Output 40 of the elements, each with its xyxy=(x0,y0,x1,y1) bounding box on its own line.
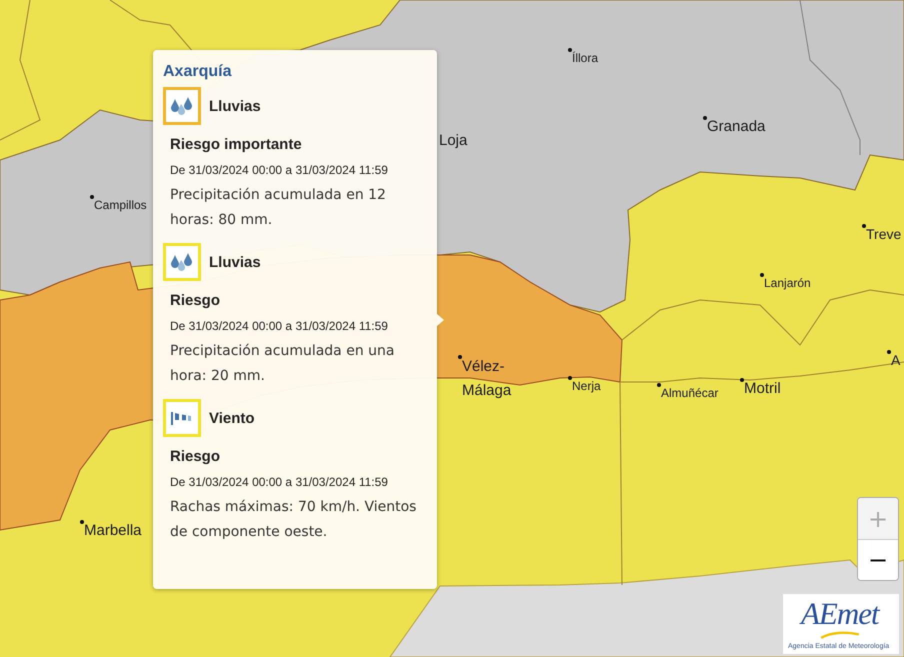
warning-period: De 31/03/2024 00:00 a 31/03/2024 11:59 xyxy=(170,163,388,177)
place-label: Treve xyxy=(866,227,902,242)
place-dot xyxy=(703,116,707,120)
place-dot xyxy=(568,48,572,52)
zoom-out-button[interactable]: − xyxy=(858,539,898,580)
risk-level: Riesgo importante xyxy=(170,136,302,153)
place-label: Granada xyxy=(707,119,766,136)
warning-title: Viento xyxy=(209,410,255,426)
warning-period: De 31/03/2024 00:00 a 31/03/2024 11:59 xyxy=(170,319,388,333)
place-dot xyxy=(887,350,891,354)
place-dot xyxy=(458,355,462,359)
place-dot xyxy=(657,383,661,387)
warning-description: Precipitación acumulada en 12 horas: 80 mm. xyxy=(170,186,387,230)
place-label: Marbella xyxy=(84,523,142,540)
warning-description: Rachas máximas: 70 km/h. Vientos de componente oeste. xyxy=(170,498,418,542)
place-dot xyxy=(862,224,866,228)
place-label: Campillos xyxy=(94,199,147,212)
place-label: Vélez-Málaga xyxy=(462,357,512,401)
raindrops-icon xyxy=(169,95,195,117)
place-label: Íllora xyxy=(572,52,598,66)
place-label: Loja xyxy=(439,133,468,150)
warning-title: Lluvias xyxy=(209,98,261,114)
place-label: A xyxy=(891,353,900,368)
place-dot xyxy=(760,273,764,277)
place-label: Lanjarón xyxy=(764,277,811,290)
place-label: Nerja xyxy=(572,380,601,394)
place-dot xyxy=(740,378,744,382)
area-title: Axarquía xyxy=(163,63,232,81)
risk-level: Riesgo xyxy=(170,292,220,309)
warning-title: Lluvias xyxy=(209,254,261,270)
place-label: Almuñécar xyxy=(661,387,718,400)
raindrops-icon xyxy=(169,251,195,273)
place-dot xyxy=(80,520,84,524)
place-dot xyxy=(568,376,572,380)
warning-period: De 31/03/2024 00:00 a 31/03/2024 11:59 xyxy=(170,475,388,489)
risk-level: Riesgo xyxy=(170,448,220,465)
warning-description: Precipitación acumulada en una hora: 20 mm. xyxy=(170,342,396,386)
place-dot xyxy=(90,195,94,199)
logo-wordmark: AEmet xyxy=(801,597,879,630)
place-label: Motril xyxy=(744,381,781,398)
